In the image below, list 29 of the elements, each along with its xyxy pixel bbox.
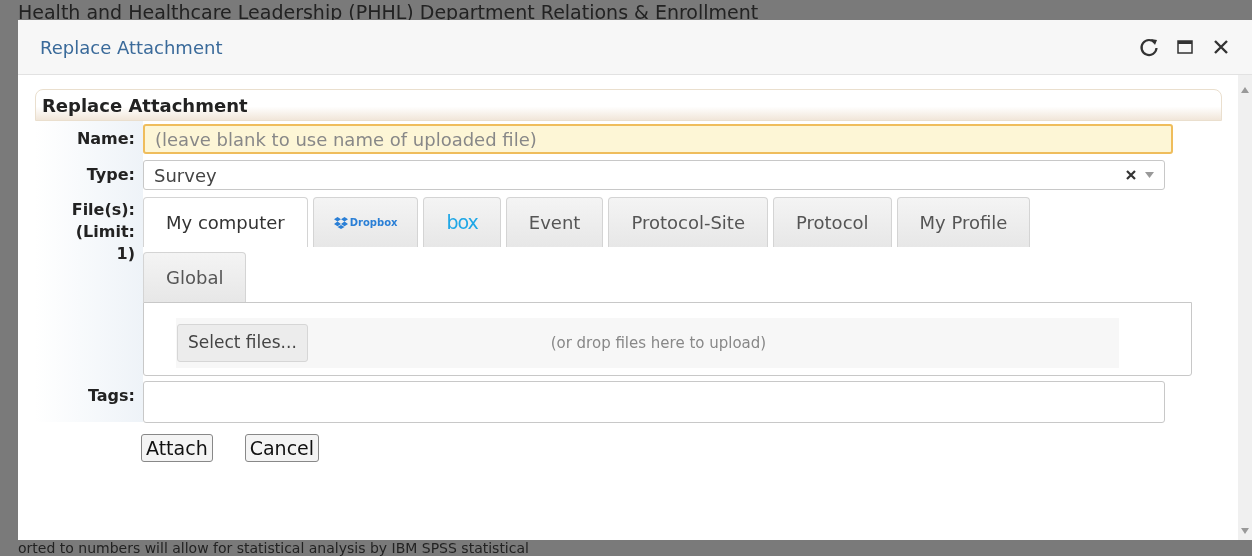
field-label: File(s): xyxy=(70,199,135,221)
type-dropdown[interactable]: Survey xyxy=(143,160,1165,190)
source-tab[interactable]: My Profile xyxy=(896,197,1031,247)
caret-icon xyxy=(1145,172,1154,178)
field-label: Type: xyxy=(86,165,135,184)
dropbox-icon xyxy=(333,216,348,229)
drop-zone[interactable]: Select files... (or drop files here to upload) xyxy=(176,318,1119,368)
cancel-button[interactable]: Cancel xyxy=(244,434,320,462)
section-header: Replace Attachment xyxy=(35,89,1222,121)
field-label: (Limit: xyxy=(74,221,135,243)
window-title: Replace Attachment xyxy=(40,35,224,60)
refresh-icon[interactable] xyxy=(1138,36,1160,58)
source-tab[interactable]: Dropbox xyxy=(312,197,419,247)
select-files-button[interactable]: Select files... xyxy=(177,324,308,362)
field-label: Name: xyxy=(76,129,135,148)
field-label: 1) xyxy=(115,243,135,265)
source-tab[interactable]: My computer xyxy=(143,197,308,247)
clear-icon[interactable] xyxy=(1125,169,1137,181)
background-heading: Health and Healthcare Leadership (PHHL) Department Relations & Enrollment xyxy=(18,2,759,22)
background-text: orted to numbers will allow for statistical analysis by IBM SPSS statistical xyxy=(18,540,529,556)
drop-hint: (or drop files here to upload) xyxy=(549,332,768,354)
attach-button[interactable]: Attach xyxy=(141,434,213,462)
name-field[interactable]: (leave blank to use name of uploaded file) xyxy=(143,124,1173,154)
tags-field[interactable] xyxy=(143,381,1165,423)
source-tab[interactable]: Global xyxy=(143,252,247,302)
field-label: Tags: xyxy=(87,386,135,405)
source-tab[interactable]: Protocol xyxy=(773,197,892,247)
source-tab[interactable]: Event xyxy=(505,197,604,247)
source-tab[interactable]: Protocol-Site xyxy=(608,197,768,247)
